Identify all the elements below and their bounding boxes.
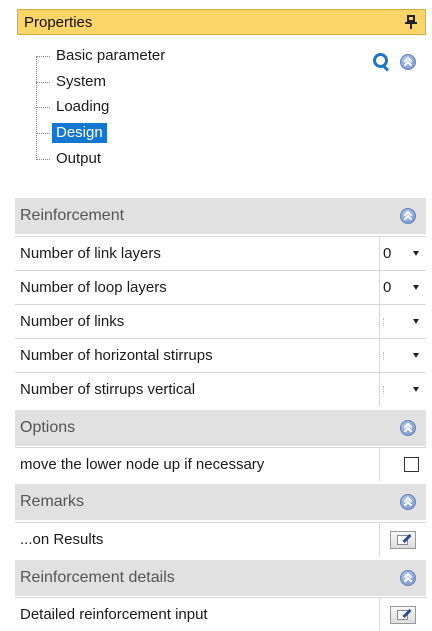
dropdown-value <box>383 317 405 326</box>
vertical-stirrups-dropdown[interactable] <box>379 373 426 406</box>
tree-item-basic-parameter[interactable]: Basic parameter <box>36 45 169 67</box>
property-label: Number of horizontal stirrups <box>20 347 213 364</box>
move-lower-node-checkbox[interactable] <box>404 457 419 472</box>
property-label: move the lower node up if necessary <box>20 456 265 473</box>
property-row-loop-layers: Number of loop layers 0 <box>15 270 426 304</box>
property-label: Detailed reinforcement input <box>20 605 208 623</box>
pin-icon[interactable] <box>405 14 417 30</box>
dropdown-value: 0 <box>383 279 392 296</box>
loop-layers-dropdown[interactable]: 0 <box>379 271 426 304</box>
property-label: Number of link layers <box>20 245 161 262</box>
section-title: Options <box>20 419 76 436</box>
edit-icon[interactable] <box>390 530 416 549</box>
chevron-down-icon[interactable] <box>413 319 419 324</box>
navigation-tree: Basic parameter System Loading Design Ou… <box>28 44 388 174</box>
tree-item-label: Loading <box>56 98 110 115</box>
collapse-icon[interactable] <box>400 420 416 436</box>
section-title: Reinforcement <box>20 207 125 224</box>
move-lower-node-cell <box>379 448 426 481</box>
collapse-icon[interactable] <box>400 494 416 510</box>
tree-item-loading[interactable]: Loading <box>36 96 113 118</box>
on-results-cell <box>379 523 426 556</box>
dropdown-value: 0 <box>383 245 392 262</box>
property-label: Number of stirrups vertical <box>20 381 196 398</box>
horizontal-stirrups-dropdown[interactable] <box>379 339 426 372</box>
collapse-icon[interactable] <box>400 208 416 224</box>
tree-item-label: Design <box>52 123 107 143</box>
property-row-move-lower-node: move the lower node up if necessary <box>15 447 426 481</box>
detailed-reinforcement-cell <box>379 598 426 631</box>
link-layers-dropdown[interactable]: 0 <box>379 237 426 270</box>
tree-item-label: Basic parameter <box>56 47 166 64</box>
tree-item-design[interactable]: Design <box>36 122 107 144</box>
properties-panel-header: Properties <box>17 9 426 35</box>
section-header-reinforcement-details[interactable]: Reinforcement details <box>15 560 426 596</box>
edit-icon[interactable] <box>390 605 416 624</box>
property-row-vertical-stirrups: Number of stirrups vertical <box>15 372 426 406</box>
property-row-link-layers: Number of link layers 0 <box>15 236 426 270</box>
chevron-down-icon[interactable] <box>413 285 419 290</box>
section-header-options[interactable]: Options <box>15 410 426 446</box>
chevron-down-icon[interactable] <box>413 387 419 392</box>
panel-title: Properties <box>24 13 93 31</box>
tree-item-output[interactable]: Output <box>36 148 105 170</box>
dropdown-value <box>383 385 405 394</box>
property-label: Number of loop layers <box>20 279 167 296</box>
section-header-reinforcement[interactable]: Reinforcement <box>15 198 426 234</box>
property-row-links: Number of links <box>15 304 426 338</box>
dropdown-value <box>383 351 405 360</box>
collapse-icon[interactable] <box>400 54 416 70</box>
links-dropdown[interactable] <box>379 305 426 338</box>
search-icon[interactable] <box>373 53 391 72</box>
section-title: Remarks <box>20 493 85 510</box>
property-row-detailed-reinforcement: Detailed reinforcement input <box>15 597 426 631</box>
chevron-down-icon[interactable] <box>413 251 419 256</box>
property-label: Number of links <box>20 313 125 330</box>
property-row-on-results: ...on Results <box>15 522 426 556</box>
tree-item-system[interactable]: System <box>36 71 110 93</box>
section-title: Reinforcement details <box>20 569 175 586</box>
section-header-remarks[interactable]: Remarks <box>15 484 426 520</box>
tree-item-label: System <box>56 73 107 90</box>
chevron-down-icon[interactable] <box>413 353 419 358</box>
tree-item-label: Output <box>56 150 102 167</box>
property-label: ...on Results <box>20 531 104 548</box>
property-row-horizontal-stirrups: Number of horizontal stirrups <box>15 338 426 372</box>
collapse-icon[interactable] <box>400 570 416 586</box>
